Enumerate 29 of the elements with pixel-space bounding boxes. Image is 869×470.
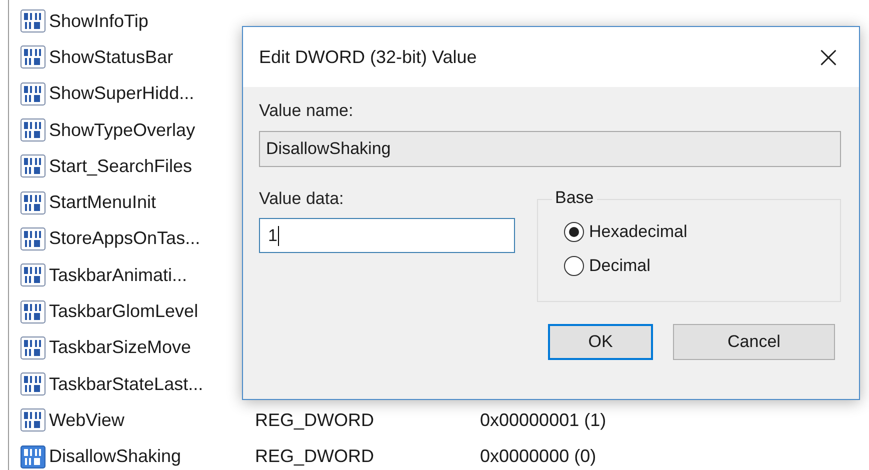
radio-label[interactable]: Decimal [589,256,650,276]
value-name[interactable]: StoreAppsOnTas... [49,228,200,250]
dialog-title: Edit DWORD (32-bit) Value [259,46,477,68]
value-data-field[interactable]: 1 [259,218,515,253]
cancel-button[interactable]: Cancel [673,324,835,360]
radio-button[interactable] [564,222,584,242]
value-name[interactable]: TaskbarAnimati... [49,264,188,286]
value-name[interactable]: ShowSuperHidd... [49,83,194,104]
value-name[interactable]: ShowStatusBar [49,46,174,68]
value-name[interactable]: ShowInfoTip [49,10,148,32]
value-name[interactable]: WebView [49,410,124,431]
value-name[interactable]: DisallowShaking [49,446,182,468]
value-name[interactable]: ShowTypeOverlay [49,120,196,141]
ok-button[interactable]: OK [548,324,653,360]
value-data: 0x0000000 (0) [480,446,596,468]
value-name-field: DisallowShaking [259,131,841,167]
value-name-label: Value name: [259,101,354,121]
value-type: REG_DWORD [255,410,376,431]
value-name[interactable]: Start_SearchFiles [49,156,192,177]
value-data-label: Value data: [259,189,345,209]
value-name[interactable]: TaskbarGlomLevel [49,301,198,322]
close-button[interactable]: × [810,40,847,74]
value-name[interactable]: TaskbarSizeMove [49,337,192,358]
value-name[interactable]: StartMenuInit [49,192,156,214]
radio-button[interactable] [564,256,584,276]
value-data: 0x00000001 (1) [480,410,606,431]
value-type: REG_DWORD [255,446,376,468]
radio-label[interactable]: Hexadecimal [589,222,688,242]
value-name[interactable]: TaskbarStateLast... [49,374,204,395]
